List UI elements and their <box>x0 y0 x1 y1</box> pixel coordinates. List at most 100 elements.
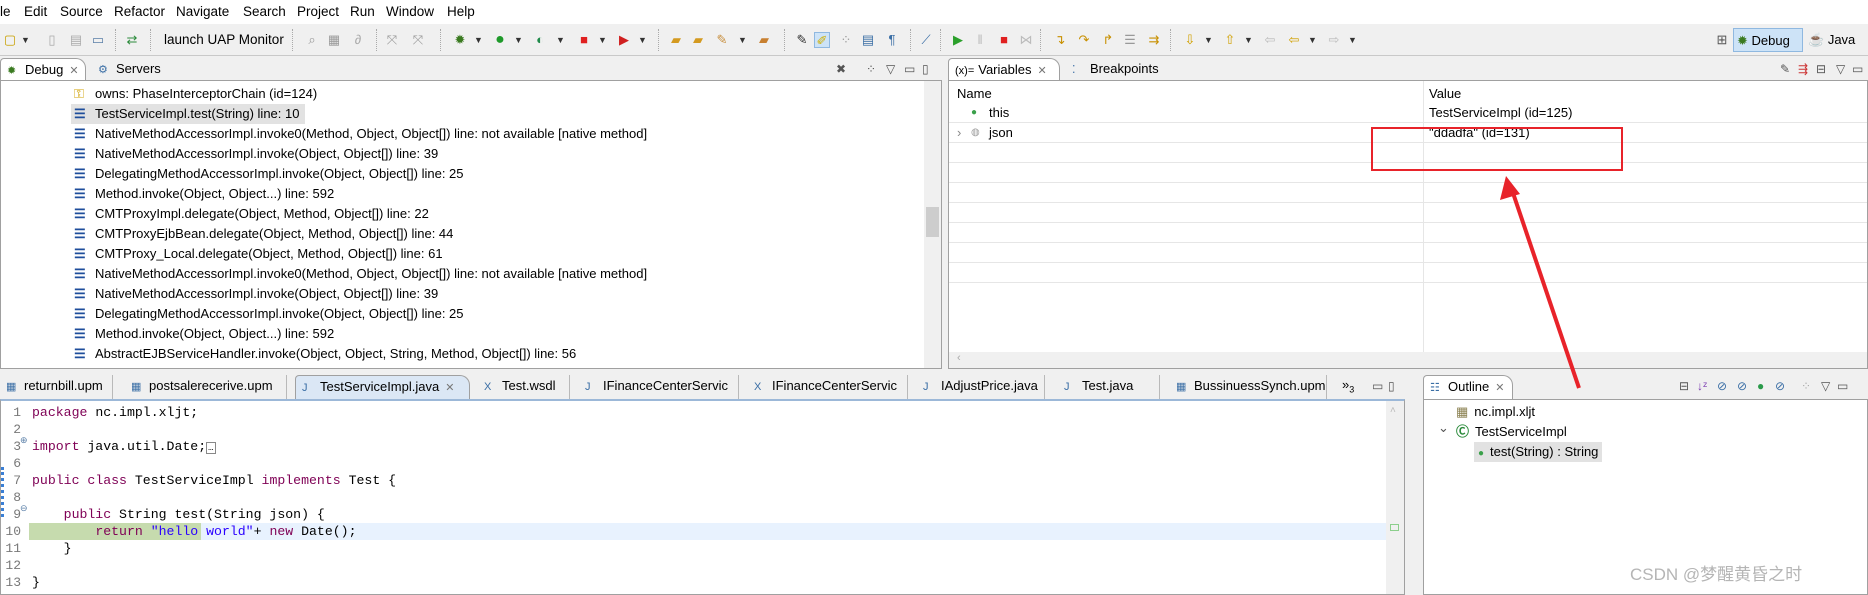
menu-source[interactable]: Source <box>60 4 103 19</box>
stack-frame-row[interactable]: ☰ Method.invoke(Object, Object...) line: … <box>71 324 334 344</box>
menu-edit[interactable]: Edit <box>24 4 47 19</box>
minimize-icon[interactable]: ▭ <box>1837 379 1848 393</box>
highlight-icon[interactable]: ✐ <box>814 32 830 48</box>
stack-frame-row[interactable]: ☰ CMTProxyEjbBean.delegate(Object, Method… <box>71 224 453 244</box>
new-icon[interactable]: ▢ <box>2 32 18 48</box>
fold-collapse-icon[interactable]: ⊖ <box>20 503 28 514</box>
editor-tab[interactable]: J IFinanceCenterServic <box>579 375 739 399</box>
show-logical-structure-icon[interactable]: ⇶ <box>1798 62 1808 76</box>
show-type-names-icon[interactable]: ✎ <box>1780 62 1790 76</box>
search-icon[interactable]: ⌕ <box>304 32 320 48</box>
close-icon[interactable]: ✕ <box>69 65 78 77</box>
back-dropdown[interactable]: ▼ <box>1308 32 1317 48</box>
expand-chevron-icon[interactable]: › <box>957 123 961 143</box>
menu-navigate[interactable]: Navigate <box>176 4 229 19</box>
focus-icon[interactable]: ⁘ <box>1801 379 1811 393</box>
code-line[interactable]: public class TestServiceImpl implements … <box>32 472 396 489</box>
compare2-icon[interactable]: ⤧ <box>410 32 426 48</box>
sort-icon[interactable]: ↓ᶻ <box>1697 379 1707 393</box>
next-annotation-dropdown[interactable]: ▼ <box>1204 32 1213 48</box>
folded-imports-marker[interactable]: … <box>206 442 216 454</box>
external-tools-icon[interactable]: ◐ <box>532 32 548 48</box>
new-dropdown[interactable]: ▼ <box>21 32 30 48</box>
stack-frame-row[interactable]: ☰ CMTProxy_Local.delegate(Object, Method,… <box>71 244 443 264</box>
collapse-all-icon[interactable]: ⊟ <box>1679 379 1689 393</box>
editor-tab[interactable]: ▦ BussinuessSynch.upm <box>1170 375 1327 399</box>
stack-frame-row[interactable]: ☰ DelegatingMethodAccessorImpl.invoke(Obj… <box>71 164 464 184</box>
menu-run[interactable]: Run <box>350 4 375 19</box>
stop-server-icon[interactable]: ■ <box>576 32 592 48</box>
stack-frame-row[interactable]: ☰ NativeMethodAccessorImpl.invoke0(Method… <box>71 264 647 284</box>
run-last-dropdown[interactable]: ▼ <box>638 32 647 48</box>
menu-search[interactable]: Search <box>243 4 286 19</box>
java-perspective-button[interactable]: ☕ Java <box>1808 32 1855 48</box>
code-line[interactable]: package nc.impl.xljt; <box>32 404 198 421</box>
fold-expand-icon[interactable]: ⊕ <box>20 435 28 446</box>
block-selection-icon[interactable]: ▤ <box>860 32 876 48</box>
remove-terminated-icon[interactable]: ✖ <box>836 62 846 76</box>
menu-file[interactable]: le <box>0 4 11 19</box>
back-icon[interactable]: ⇦ <box>1286 32 1302 48</box>
use-step-filters-icon[interactable]: ⇉ <box>1146 32 1162 48</box>
code-line[interactable]: } <box>32 574 40 591</box>
link-icon[interactable]: ∂ <box>350 32 366 48</box>
minimize-icon[interactable]: ▭ <box>1372 379 1383 393</box>
code-line[interactable]: } <box>32 540 72 557</box>
tab-servers[interactable]: ⚙ Servers <box>92 58 169 80</box>
editor-tab[interactable]: ▦ returnbill.upm <box>0 375 113 399</box>
column-header-name[interactable]: Name <box>957 86 992 101</box>
step-into-icon[interactable]: ↴ <box>1052 32 1068 48</box>
tab-variables[interactable]: (x)= Variables ✕ <box>948 58 1060 80</box>
editor-tab[interactable]: ▦ postsalerecerive.upm <box>125 375 287 399</box>
code-line[interactable]: public String test(String json) { <box>32 506 325 523</box>
outline-item[interactable]: ● test(String) : String <box>1474 442 1603 462</box>
stack-frame-row[interactable]: ⚿ owns: PhaseInterceptorChain (id=124) <box>71 84 317 104</box>
pen-dropdown[interactable]: ▼ <box>738 32 747 48</box>
step-return-icon[interactable]: ↱ <box>1100 32 1116 48</box>
maximize-icon[interactable]: ▯ <box>922 62 929 76</box>
hide-non-public-icon[interactable]: ● <box>1757 379 1764 393</box>
pen-icon[interactable]: ✎ <box>714 32 730 48</box>
view-menu-icon[interactable]: ▽ <box>1821 379 1830 393</box>
stack-frame-row[interactable]: ☰ NativeMethodAccessorImpl.invoke(Object,… <box>71 284 438 304</box>
last-edit-location-icon[interactable]: ⇦ <box>1262 32 1278 48</box>
external-tools-dropdown[interactable]: ▼ <box>556 32 565 48</box>
next-annotation-icon[interactable]: ⇩ <box>1182 32 1198 48</box>
code-line[interactable]: return "hello world"+ new Date(); <box>32 523 356 540</box>
menu-project[interactable]: Project <box>297 4 339 19</box>
stop-dropdown[interactable]: ▼ <box>598 32 607 48</box>
editor-tab[interactable]: X IFinanceCenterServic <box>748 375 908 399</box>
variable-row[interactable]: › ◍ json "ddadfa" (id=131) <box>949 123 1867 143</box>
view-menu-icon[interactable]: ▽ <box>1836 62 1845 76</box>
collapse-all-icon[interactable]: ⊟ <box>1816 62 1826 76</box>
previous-annotation-dropdown[interactable]: ▼ <box>1244 32 1253 48</box>
editor-tab[interactable]: J IAdjustPrice.java <box>917 375 1045 399</box>
column-header-value[interactable]: Value <box>1429 86 1461 101</box>
show-whitespace-icon[interactable]: ¶ <box>884 32 900 48</box>
forward-dropdown[interactable]: ▼ <box>1348 32 1357 48</box>
maximize-icon[interactable]: ▯ <box>1388 379 1395 393</box>
overview-ruler[interactable]: ˄ <box>1386 401 1404 594</box>
close-icon[interactable]: ✕ <box>1037 65 1046 77</box>
code-line[interactable]: import java.util.Date;… <box>32 438 216 455</box>
stack-frame-row[interactable]: ☰ NativeMethodAccessorImpl.invoke0(Method… <box>71 124 647 144</box>
terminate-icon[interactable]: ■ <box>996 32 1012 48</box>
skip-breakpoints-icon[interactable]: ⟋ <box>918 32 934 48</box>
step-over-icon[interactable]: ↷ <box>1076 32 1092 48</box>
outline-item[interactable]: Ⓒ TestServiceImpl <box>1438 422 1567 442</box>
launch-uap-monitor-button[interactable]: launch UAP Monitor <box>164 32 284 47</box>
open-type-icon[interactable]: ▰ <box>668 32 684 48</box>
chevron-down-icon[interactable]: ⌄ <box>1438 420 1449 436</box>
minimize-icon[interactable]: ▭ <box>1852 62 1863 76</box>
stack-frame-row[interactable]: ☰ DelegatingMethodAccessorImpl.invoke(Obj… <box>71 304 464 324</box>
close-icon[interactable]: ✕ <box>1495 382 1504 394</box>
open-folder-icon[interactable]: ▰ <box>756 32 772 48</box>
save-icon[interactable]: ▯ <box>44 32 60 48</box>
run-last-icon[interactable]: ▶ <box>616 32 632 48</box>
drop-to-frame-icon[interactable]: ☰ <box>1122 32 1138 48</box>
menu-refactor[interactable]: Refactor <box>114 4 165 19</box>
editor-tab[interactable]: J Test.java <box>1058 375 1160 399</box>
previous-annotation-icon[interactable]: ⇧ <box>1222 32 1238 48</box>
vertical-scrollbar[interactable] <box>924 81 941 368</box>
stack-frame-row[interactable]: ☰ AbstractEJBServiceHandler.invoke(Object… <box>71 344 576 364</box>
